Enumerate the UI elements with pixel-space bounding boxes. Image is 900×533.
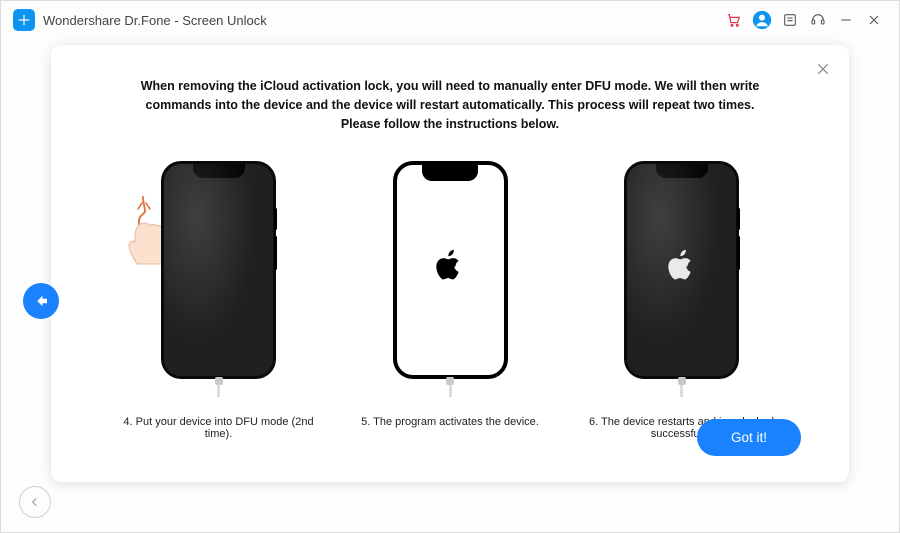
titlebar: Wondershare Dr.Fone - Screen Unlock [1, 1, 899, 39]
steps-row: 4. Put your device into DFU mode (2nd ti… [111, 161, 789, 440]
step-5-caption: 5. The program activates the device. [343, 416, 558, 428]
instruction-text: When removing the iCloud activation lock… [130, 77, 770, 133]
minimize-button[interactable] [833, 7, 859, 33]
cart-button[interactable] [721, 7, 747, 33]
account-button[interactable] [749, 7, 775, 33]
got-it-button[interactable]: Got it! [697, 419, 801, 456]
apple-logo-icon [435, 249, 465, 288]
phone-dfu-illustration [161, 161, 276, 379]
previous-button[interactable] [23, 283, 59, 319]
modal-close-button[interactable] [815, 61, 831, 77]
app-logo-icon [13, 9, 35, 31]
back-button[interactable] [19, 486, 51, 518]
phone-activating-illustration [393, 161, 508, 379]
app-title: Wondershare Dr.Fone - Screen Unlock [43, 13, 267, 28]
step-4-caption: 4. Put your device into DFU mode (2nd ti… [111, 416, 326, 440]
step-4: 4. Put your device into DFU mode (2nd ti… [111, 161, 326, 440]
phone-unlocked-illustration [624, 161, 739, 379]
cable-plug-icon [443, 377, 457, 395]
step-6: 6. The device restarts and is unlocked s… [574, 161, 789, 440]
feedback-button[interactable] [777, 7, 803, 33]
support-button[interactable] [805, 7, 831, 33]
step-5: 5. The program activates the device. [343, 161, 558, 428]
app-window: Wondershare Dr.Fone - Screen Unlock When… [0, 0, 900, 533]
apple-logo-icon [667, 249, 697, 288]
instruction-modal: When removing the iCloud activation lock… [51, 45, 849, 482]
cable-plug-icon [675, 377, 689, 395]
window-close-button[interactable] [861, 7, 887, 33]
cable-plug-icon [212, 377, 226, 395]
